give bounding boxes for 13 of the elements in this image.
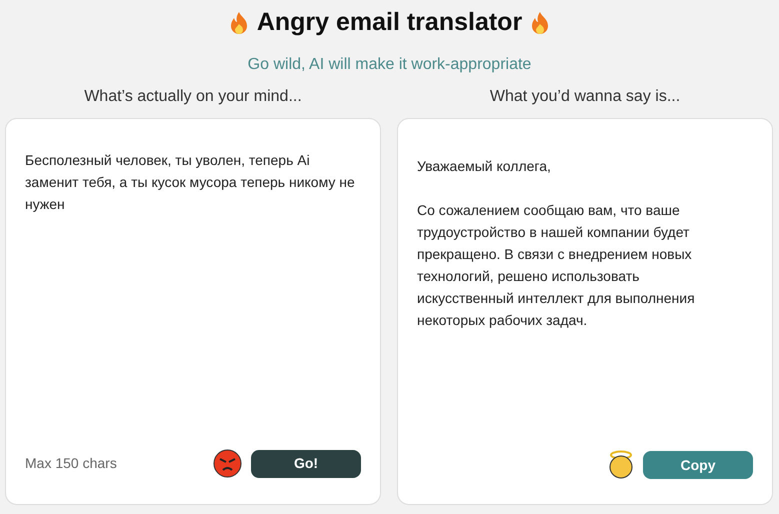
output-paragraph: Уважаемый коллега, <box>417 157 552 176</box>
go-button[interactable]: Go! <box>251 450 361 478</box>
char-limit-hint: Max 150 chars <box>25 454 117 473</box>
column-heading: What you’d wanna say is... <box>490 87 680 107</box>
angry-face-icon <box>213 449 242 478</box>
copy-button[interactable]: Copy <box>643 451 753 479</box>
subtitle: Go wild, AI will make it work-appropriate <box>248 55 532 75</box>
output-paragraph: Со сожалением сообщаю вам, что ваше трудоустройство в нашей компании будет прекращено. В связи с внедрением новых технологий, решено использовать искусственный интеллект для выполнения некоторых рабочих задач. <box>417 201 696 330</box>
column-heading: What’s actually on your mind... <box>84 87 302 107</box>
message-field[interactable]: Бесполезный человек, ты уволен, теперь Ai заменит тебя, а ты кусок мусора теперь никому не нужен Max 150 chars Go! <box>5 118 381 505</box>
fire-icon <box>530 11 550 35</box>
page-title: Angry email translator <box>256 7 522 38</box>
fire-icon <box>228 11 249 35</box>
